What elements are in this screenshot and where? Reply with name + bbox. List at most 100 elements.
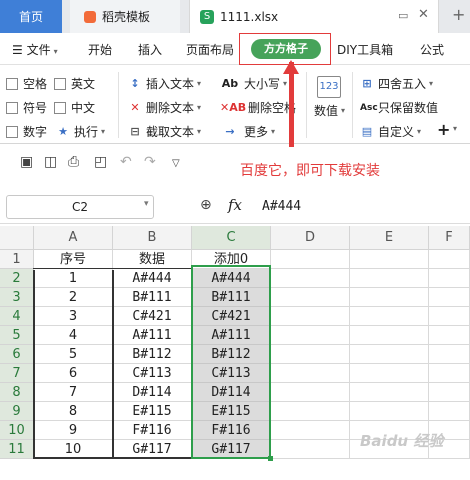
table-cell[interactable]: 数据 <box>113 250 192 269</box>
table-cell[interactable] <box>271 326 350 345</box>
fx-button[interactable]: fx <box>228 196 242 214</box>
row-header[interactable]: 4 <box>0 307 34 326</box>
menu-file[interactable]: ☰ 文件 ▾ <box>12 41 58 58</box>
table-cell[interactable] <box>271 250 350 269</box>
table-cell[interactable]: B#111 <box>192 288 271 307</box>
check-chinese[interactable]: 中文 <box>54 99 95 116</box>
save-icon[interactable]: ▣ <box>20 154 33 170</box>
extract-text-button[interactable]: ⊟ 截取文本 ▾ <box>128 123 201 140</box>
check-number[interactable]: 数字 <box>6 123 47 140</box>
tab-daoke[interactable]: 稻壳模板 <box>70 0 180 33</box>
table-cell[interactable]: E#115 <box>113 402 192 421</box>
undo-icon[interactable]: ↶ <box>120 154 132 170</box>
row-header[interactable]: 5 <box>0 326 34 345</box>
table-cell[interactable]: G#117 <box>192 440 271 459</box>
table-cell[interactable]: E#115 <box>192 402 271 421</box>
table-cell[interactable] <box>271 421 350 440</box>
table-cell[interactable] <box>429 288 470 307</box>
table-cell[interactable]: 5 <box>34 345 113 364</box>
menu-start[interactable]: 开始 <box>88 41 112 58</box>
table-cell[interactable]: A#444 <box>113 269 192 288</box>
table-cell[interactable]: 9 <box>34 421 113 440</box>
check-space[interactable]: 空格 <box>6 75 47 92</box>
table-cell[interactable]: C#421 <box>113 307 192 326</box>
delete-text-button[interactable]: ✕ 删除文本 ▾ <box>128 99 201 116</box>
tab-home[interactable]: 首页 <box>0 0 62 33</box>
table-cell[interactable]: C#421 <box>192 307 271 326</box>
delete-space-button[interactable]: ✕AB 删除空格 <box>220 99 296 116</box>
table-cell[interactable]: 6 <box>34 364 113 383</box>
table-cell[interactable] <box>271 269 350 288</box>
custom-button[interactable]: ▤ 自定义 ▾ <box>360 123 421 140</box>
table-cell[interactable] <box>350 402 429 421</box>
insert-text-button[interactable]: ↕ 插入文本 ▾ <box>128 75 201 92</box>
table-cell[interactable]: B#111 <box>113 288 192 307</box>
table-cell[interactable]: 8 <box>34 402 113 421</box>
row-header[interactable]: 7 <box>0 364 34 383</box>
menu-page-layout[interactable]: 页面布局 <box>186 41 234 58</box>
table-cell[interactable] <box>271 402 350 421</box>
table-cell[interactable] <box>350 326 429 345</box>
check-english[interactable]: 英文 <box>54 75 95 92</box>
table-cell[interactable]: 2 <box>34 288 113 307</box>
table-cell[interactable]: F#116 <box>113 421 192 440</box>
row-header[interactable]: 1 <box>0 250 34 269</box>
row-header[interactable]: 11 <box>0 440 34 459</box>
table-cell[interactable]: B#112 <box>192 345 271 364</box>
preview-icon[interactable]: ◰ <box>94 154 107 170</box>
customize-icon[interactable]: ▽ <box>172 158 180 169</box>
check-symbol[interactable]: 符号 <box>6 99 47 116</box>
table-cell[interactable] <box>429 269 470 288</box>
col-header-a[interactable]: A <box>34 226 113 250</box>
redo-icon[interactable]: ↷ <box>144 154 156 170</box>
table-cell[interactable] <box>271 288 350 307</box>
table-cell[interactable] <box>350 288 429 307</box>
table-cell[interactable]: 7 <box>34 383 113 402</box>
table-cell[interactable]: C#113 <box>192 364 271 383</box>
col-header-d[interactable]: D <box>271 226 350 250</box>
keep-number-button[interactable]: Asc 只保留数值 <box>360 99 438 116</box>
col-header-c[interactable]: C <box>192 226 271 250</box>
table-cell[interactable] <box>271 307 350 326</box>
table-cell[interactable]: A#111 <box>192 326 271 345</box>
more-button[interactable]: → 更多 ▾ <box>220 123 275 140</box>
table-cell[interactable] <box>429 383 470 402</box>
table-cell[interactable] <box>350 364 429 383</box>
fill-handle[interactable] <box>268 456 273 461</box>
row-header[interactable]: 3 <box>0 288 34 307</box>
formula-input[interactable]: A#444 <box>262 199 301 214</box>
table-cell[interactable] <box>350 307 429 326</box>
chevron-down-icon[interactable]: ▾ <box>144 199 149 209</box>
table-cell[interactable] <box>429 326 470 345</box>
chevron-down-icon[interactable]: ▾ <box>453 124 457 133</box>
table-cell[interactable]: 1 <box>34 269 113 288</box>
name-box[interactable]: C2 <box>6 195 154 219</box>
table-cell[interactable]: 3 <box>34 307 113 326</box>
table-cell[interactable] <box>429 402 470 421</box>
row-header[interactable]: 8 <box>0 383 34 402</box>
col-header-e[interactable]: E <box>350 226 429 250</box>
table-cell[interactable]: 添加0 <box>192 250 271 269</box>
menu-diy[interactable]: DIY工具箱 <box>337 41 393 58</box>
menu-insert[interactable]: 插入 <box>138 41 162 58</box>
close-icon[interactable]: ✕ <box>418 7 429 22</box>
table-cell[interactable]: C#113 <box>113 364 192 383</box>
col-header-b[interactable]: B <box>113 226 192 250</box>
table-cell[interactable] <box>271 440 350 459</box>
table-cell[interactable]: F#116 <box>192 421 271 440</box>
table-cell[interactable] <box>429 345 470 364</box>
table-cell[interactable] <box>350 269 429 288</box>
numeric-button[interactable]: 数值 ▾ <box>314 102 345 119</box>
table-cell[interactable] <box>429 250 470 269</box>
execute-button[interactable]: ★ 执行 ▾ <box>56 123 105 140</box>
add-icon[interactable]: + <box>437 120 450 139</box>
zoom-search-icon[interactable]: ⊕ <box>200 197 212 213</box>
row-header[interactable]: 10 <box>0 421 34 440</box>
table-cell[interactable] <box>350 250 429 269</box>
row-header[interactable]: 2 <box>0 269 34 288</box>
table-cell[interactable] <box>271 364 350 383</box>
table-cell[interactable]: B#112 <box>113 345 192 364</box>
table-cell[interactable] <box>429 364 470 383</box>
table-cell[interactable] <box>350 345 429 364</box>
table-cell[interactable] <box>429 307 470 326</box>
